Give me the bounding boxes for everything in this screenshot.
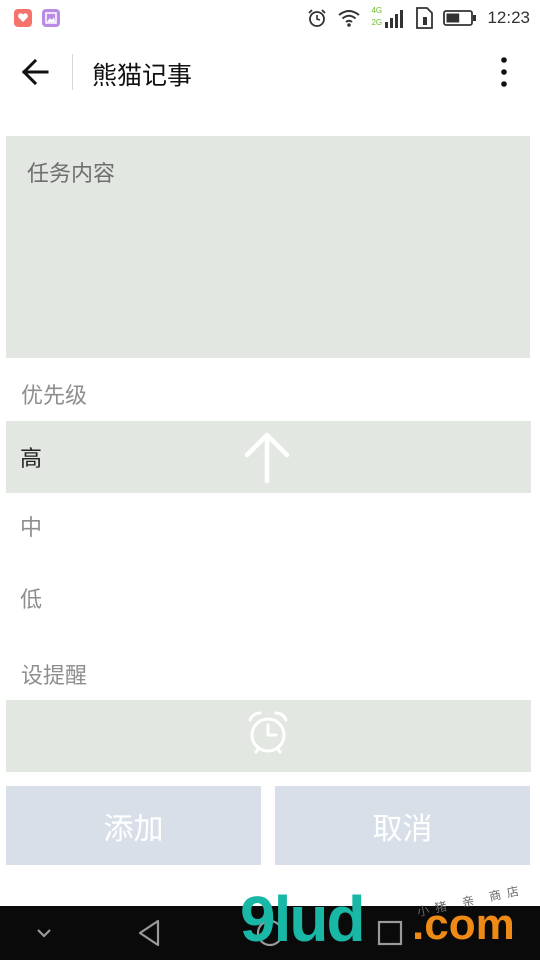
add-button[interactable]: 添加	[6, 786, 261, 865]
app-bar: 熊猫记事	[0, 36, 540, 110]
priority-label: 优先级	[21, 384, 88, 409]
back-button[interactable]	[18, 56, 54, 88]
task-content-input[interactable]: 任务内容	[6, 136, 530, 358]
reminder-label: 设提醒	[21, 664, 88, 689]
gallery-app-icon	[42, 9, 60, 27]
signal-icon: 4G 2G	[371, 6, 405, 30]
watermark: 9lud .com 小猪 亲 商店	[240, 883, 540, 956]
app-notification-icon	[14, 9, 32, 27]
priority-option-medium[interactable]: 中	[6, 490, 531, 562]
up-arrow-icon	[244, 432, 290, 484]
watermark-main: 9lud	[240, 883, 366, 955]
app-bar-divider	[72, 54, 73, 90]
status-left	[14, 9, 60, 27]
priority-option-medium-label: 中	[20, 516, 43, 541]
priority-option-high[interactable]: 高	[6, 421, 531, 493]
cancel-button[interactable]: 取消	[275, 786, 530, 865]
battery-icon	[443, 10, 477, 26]
set-reminder-button[interactable]	[6, 700, 531, 772]
back-triangle-icon[interactable]	[136, 918, 164, 948]
status-right: 4G 2G 12:23	[307, 6, 530, 30]
back-arrow-icon	[21, 58, 49, 86]
task-content-placeholder: 任务内容	[27, 162, 116, 187]
page-title: 熊猫记事	[92, 61, 193, 90]
sim-icon	[416, 7, 434, 29]
wifi-icon	[338, 10, 361, 27]
priority-option-low-label: 低	[20, 588, 43, 613]
priority-option-high-label: 高	[20, 447, 43, 472]
alarm-clock-icon	[248, 711, 288, 754]
priority-option-low[interactable]: 低	[6, 562, 531, 634]
status-time: 12:23	[487, 8, 530, 27]
collapse-chevron-icon[interactable]	[34, 924, 54, 942]
more-vertical-icon	[501, 57, 507, 87]
alarm-icon	[308, 9, 327, 27]
more-options-button[interactable]	[494, 56, 514, 90]
status-bar: 4G 2G 12:23	[0, 0, 540, 36]
